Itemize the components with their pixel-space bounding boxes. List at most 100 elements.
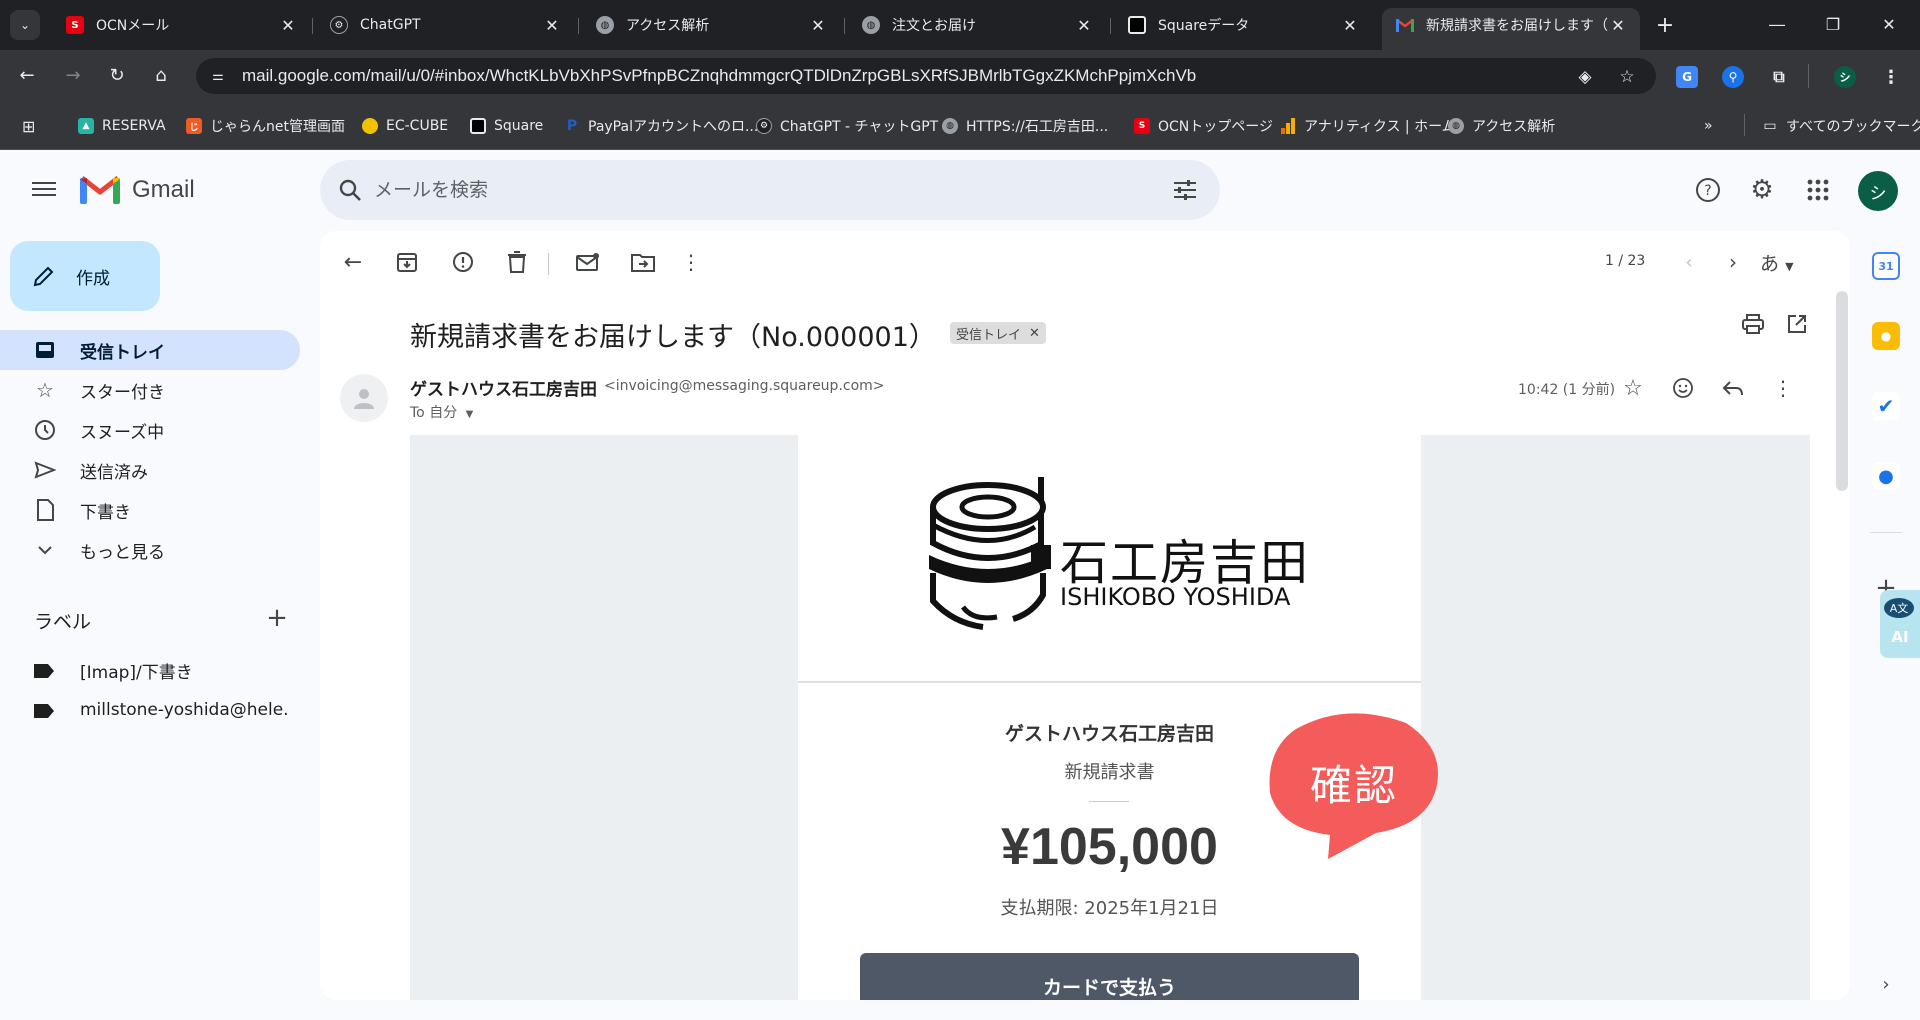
bookmark-paypal[interactable]: P PayPalアカウントへのロ... [564, 115, 758, 137]
star-icon[interactable]: ☆ [1620, 375, 1646, 401]
bookmark-reserva[interactable]: ▲ RESERVA [78, 115, 166, 137]
google-apps-icon[interactable] [1804, 176, 1832, 204]
help-icon[interactable]: ? [1694, 176, 1722, 204]
bookmark-access-analysis[interactable]: ◍ アクセス解析 [1448, 115, 1555, 137]
tab-ocn-mail[interactable]: S OCNメール ✕ [52, 8, 310, 42]
label-name: millstone-yoshida@hele... [80, 700, 290, 720]
back-button[interactable]: ← [12, 60, 42, 90]
url-text[interactable]: mail.google.com/mail/u/0/#inbox/WhctKLbV… [242, 66, 1196, 86]
bookmark-star-icon[interactable]: ☆ [1616, 66, 1638, 88]
pay-by-card-button[interactable]: カードで支払う [860, 953, 1359, 1000]
profile-avatar[interactable]: シ [1834, 66, 1856, 88]
search-options-icon[interactable] [1172, 178, 1198, 202]
reload-button[interactable]: ↻ [102, 60, 132, 90]
bookmark-ishikobo[interactable]: ◍ HTTPS://石工房吉田... [942, 115, 1108, 137]
label-item-imap-drafts[interactable]: [Imap]/下書き [0, 650, 300, 690]
mark-unread-icon[interactable] [575, 249, 601, 275]
bookmark-chatgpt[interactable]: ⚙ ChatGPT - チャットGPT [756, 115, 938, 137]
hide-side-panel-chevron-icon[interactable]: › [1874, 972, 1898, 996]
close-icon[interactable]: ✕ [1340, 15, 1360, 35]
sidebar-item-starred[interactable]: ☆ スター付き [0, 370, 300, 410]
sidebar-item-inbox[interactable]: 受信トレイ [0, 330, 300, 370]
site-info-icon[interactable]: ⚌ [208, 66, 228, 86]
sender-name[interactable]: ゲストハウス石工房吉田 [410, 375, 597, 400]
add-label-button[interactable]: + [265, 605, 289, 631]
sidebar-item-label: スター付き [80, 382, 165, 403]
calendar-icon[interactable]: 31 [1872, 252, 1900, 280]
window-close-button[interactable]: ✕ [1866, 8, 1912, 40]
restore-button[interactable]: ❐ [1810, 8, 1856, 40]
move-to-folder-icon[interactable] [630, 249, 656, 275]
close-icon[interactable]: ✕ [1608, 15, 1628, 35]
input-tools-selector[interactable]: あ ▼ [1760, 249, 1794, 276]
extension-icon[interactable]: ⚲ [1722, 66, 1744, 88]
bookmark-square[interactable]: Square [470, 115, 543, 137]
gmail-wordmark[interactable]: Gmail [132, 176, 195, 204]
close-icon[interactable]: ✕ [278, 15, 298, 35]
tab-chatgpt[interactable]: ⚙ ChatGPT ✕ [316, 8, 574, 42]
new-tab-button[interactable]: + [1650, 10, 1680, 40]
sidebar-item-sent[interactable]: 送信済み [0, 450, 300, 490]
ai-translate-widget[interactable]: A文 AI [1880, 590, 1920, 658]
translate-icon: A文 [1884, 598, 1914, 618]
minimize-button[interactable]: ― [1754, 8, 1800, 40]
open-new-window-icon[interactable] [1784, 311, 1810, 337]
tab-access-analysis[interactable]: ◍ アクセス解析 ✕ [582, 8, 840, 42]
lens-icon[interactable]: ◈ [1574, 66, 1596, 88]
home-button[interactable]: ⌂ [146, 60, 176, 90]
search-input[interactable] [374, 174, 1134, 206]
close-icon[interactable]: ✕ [1074, 15, 1094, 35]
sidebar-item-snoozed[interactable]: スヌーズ中 [0, 410, 300, 450]
print-icon[interactable] [1740, 311, 1766, 337]
tab-search-button[interactable]: ⌄ [10, 10, 40, 40]
gmail-logo-icon[interactable] [80, 174, 120, 204]
inbox-label-chip[interactable]: 受信トレイ ✕ [950, 322, 1046, 344]
older-chevron-icon[interactable]: › [1720, 249, 1746, 275]
apps-grid-icon[interactable]: ⊞ [22, 115, 35, 137]
tab-square-data[interactable]: Squareデータ ✕ [1114, 8, 1372, 42]
google-translate-extension-icon[interactable]: G [1676, 66, 1698, 88]
bookmark-jalan[interactable]: じじゃらんnet管理画面 [186, 115, 345, 137]
sidebar-item-more[interactable]: もっと見る [0, 530, 300, 570]
scrollbar[interactable] [1836, 291, 1848, 491]
recipients-toggle[interactable]: To 自分 ▼ [410, 402, 473, 422]
tasks-icon[interactable]: ✔ [1872, 392, 1900, 420]
main-menu-icon[interactable] [30, 178, 58, 202]
bookmarks-overflow-chevron[interactable]: » [1704, 115, 1713, 137]
settings-gear-icon[interactable]: ⚙ [1748, 175, 1776, 205]
report-spam-icon[interactable] [450, 249, 476, 275]
forward-button[interactable]: → [58, 60, 88, 90]
sidebar-item-drafts[interactable]: 下書き [0, 490, 300, 530]
emoji-reaction-icon[interactable] [1670, 375, 1696, 401]
tab-orders[interactable]: ◍ 注文とお届け ✕ [848, 8, 1106, 42]
chrome-menu-icon[interactable]: ⋮ [1880, 66, 1902, 88]
account-avatar[interactable]: シ [1858, 171, 1898, 211]
bookmark-ocn-top[interactable]: S OCNトップページ [1134, 115, 1273, 137]
draft-icon [34, 499, 56, 521]
delete-trash-icon[interactable] [504, 249, 530, 275]
compose-button[interactable]: 作成 [10, 241, 160, 311]
newer-chevron-icon[interactable]: ‹ [1676, 249, 1702, 275]
remove-label-icon[interactable]: ✕ [1029, 326, 1040, 341]
archive-icon[interactable] [394, 249, 420, 275]
sidebar-item-label: 下書き [80, 502, 131, 523]
address-bar[interactable]: ⚌ mail.google.com/mail/u/0/#inbox/WhctKL… [196, 58, 1656, 94]
close-icon[interactable]: ✕ [542, 15, 562, 35]
toolbar-divider [548, 253, 549, 275]
message-more-icon[interactable]: ⋮ [1770, 375, 1796, 401]
back-arrow-icon[interactable]: ← [340, 249, 366, 275]
tab-gmail-active[interactable]: 新規請求書をお届けします（ ✕ [1382, 8, 1640, 50]
sender-avatar[interactable] [340, 374, 388, 422]
all-bookmarks-folder[interactable]: ▭ すべてのブックマーク [1762, 115, 1920, 137]
bookmark-analytics[interactable]: アナリティクス | ホーム [1280, 115, 1456, 137]
more-options-icon[interactable]: ⋮ [678, 249, 704, 275]
keep-icon[interactable]: ● [1872, 322, 1900, 350]
close-icon[interactable]: ✕ [808, 15, 828, 35]
search-icon[interactable] [338, 178, 362, 202]
bookmark-eccube[interactable]: EC-CUBE [362, 115, 448, 137]
tab-title: Squareデータ [1158, 18, 1250, 34]
contacts-icon[interactable]: ● [1872, 462, 1900, 490]
extensions-puzzle-icon[interactable]: ⧉ [1768, 66, 1790, 88]
label-item-millstone[interactable]: millstone-yoshida@hele... [0, 690, 300, 730]
reply-icon[interactable] [1720, 375, 1746, 401]
